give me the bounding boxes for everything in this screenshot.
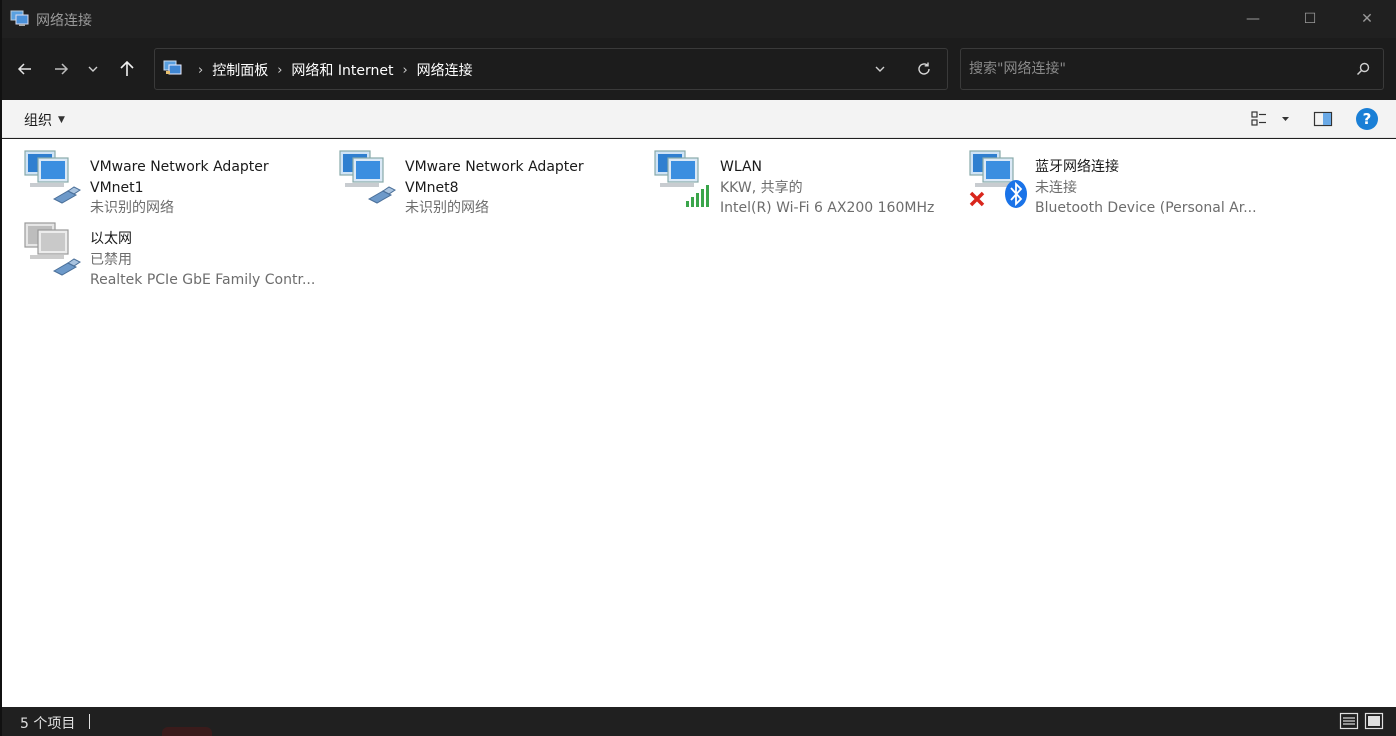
connection-name: WLAN xyxy=(720,159,763,175)
recent-locations-button[interactable] xyxy=(80,56,106,82)
connection-text: WLAN KKW, 共享的 Intel(R) Wi-Fi 6 AX200 160… xyxy=(720,157,934,219)
maximize-icon: ☐ xyxy=(1303,11,1317,27)
connection-name: VMware Network Adapter xyxy=(90,159,269,175)
connection-text: VMware Network Adapter VMnet1 未识别的网络 xyxy=(90,157,269,219)
connection-item-ethernet[interactable]: 以太网 已禁用 Realtek PCIe GbE Family Contr... xyxy=(22,219,322,288)
connection-name: 以太网 xyxy=(90,231,132,247)
network-adapter-icon xyxy=(339,150,396,204)
breadcrumb-separator[interactable]: › xyxy=(402,63,407,78)
connection-device: Intel(R) Wi-Fi 6 AX200 160MHz xyxy=(720,200,935,216)
search-input[interactable] xyxy=(969,59,1339,79)
connection-device: Realtek PCIe GbE Family Contr... xyxy=(90,272,316,288)
connection-name: 蓝牙网络连接 xyxy=(1035,159,1119,175)
status-bar: 5 个项目 xyxy=(2,707,1396,736)
search-icon xyxy=(1356,62,1370,76)
breadcrumb-network-internet[interactable]: 网络和 Internet xyxy=(291,60,393,80)
breadcrumb-separator: › xyxy=(198,62,204,78)
help-button[interactable]: ? xyxy=(1356,108,1378,130)
change-view-icon[interactable] xyxy=(1250,110,1290,128)
search-box[interactable] xyxy=(960,48,1384,90)
taskbar-peek xyxy=(162,727,212,736)
organize-label: 组织 xyxy=(24,113,52,129)
connection-name-line2: VMnet8 xyxy=(405,179,459,196)
connection-text: 蓝牙网络连接 未连接 Bluetooth Device (Personal Ar… xyxy=(1035,157,1257,219)
refresh-icon[interactable] xyxy=(915,60,933,78)
connection-device: Bluetooth Device (Personal Ar... xyxy=(1035,200,1257,216)
address-dropdown-icon[interactable] xyxy=(871,61,889,77)
arrow-right-icon xyxy=(55,63,69,75)
back-button[interactable] xyxy=(12,56,38,82)
connection-status: 未识别的网络 xyxy=(405,200,489,216)
breadcrumb-separator[interactable]: › xyxy=(277,63,282,78)
connection-item-vmnet8[interactable]: VMware Network Adapter VMnet8 未识别的网络 xyxy=(337,147,637,216)
navigation-bar: › 控制面板 › 网络和 Internet › 网络连接 xyxy=(2,38,1396,100)
ethernet-adapter-disabled-icon xyxy=(24,222,81,276)
close-button[interactable]: ✕ xyxy=(1344,4,1390,34)
connection-name-line2: VMnet1 xyxy=(90,179,144,196)
connection-text: 以太网 已禁用 Realtek PCIe GbE Family Contr... xyxy=(90,229,315,291)
network-adapter-icon xyxy=(24,150,81,204)
connection-status: 未连接 xyxy=(1035,179,1077,196)
file-explorer-window: 网络连接 — ☐ ✕ › 控制面板 › 网络和 Internet › 网络连接 … xyxy=(2,0,1396,736)
connection-item-wlan[interactable]: WLAN KKW, 共享的 Intel(R) Wi-Fi 6 AX200 160… xyxy=(652,147,952,216)
organize-menu-button[interactable]: 组织 ▼ xyxy=(24,110,65,130)
breadcrumb-network-connections[interactable]: 网络连接 xyxy=(417,60,473,80)
command-bar: 组织 ▼ ? xyxy=(2,100,1396,138)
arrow-left-icon xyxy=(17,63,31,75)
chevron-down-icon xyxy=(88,66,98,72)
connection-item-bluetooth[interactable]: 蓝牙网络连接 未连接 Bluetooth Device (Personal Ar… xyxy=(967,147,1267,216)
title-bar[interactable]: 网络连接 — ☐ ✕ xyxy=(2,0,1396,38)
connection-status: 未识别的网络 xyxy=(90,200,174,216)
up-button[interactable] xyxy=(114,56,140,82)
details-view-icon[interactable] xyxy=(1339,712,1359,730)
connection-text: VMware Network Adapter VMnet8 未识别的网络 xyxy=(405,157,584,219)
status-divider xyxy=(89,714,90,729)
breadcrumb-control-panel[interactable]: 控制面板 xyxy=(212,60,268,80)
breadcrumb: › 控制面板 › 网络和 Internet › 网络连接 xyxy=(189,60,473,80)
minimize-icon: — xyxy=(1246,11,1260,27)
arrow-up-icon xyxy=(120,60,134,76)
item-count: 5 个项目 xyxy=(20,716,76,732)
bluetooth-adapter-icon xyxy=(969,150,1027,208)
wifi-adapter-icon xyxy=(654,150,709,207)
connections-view: VMware Network Adapter VMnet1 未识别的网络 VMw… xyxy=(2,139,1396,707)
caret-down-icon: ▼ xyxy=(58,115,65,125)
address-bar[interactable]: › 控制面板 › 网络和 Internet › 网络连接 xyxy=(154,48,948,90)
connection-item-vmnet1[interactable]: VMware Network Adapter VMnet1 未识别的网络 xyxy=(22,147,322,216)
network-connections-icon xyxy=(163,60,182,75)
connection-name: VMware Network Adapter xyxy=(405,159,584,175)
minimize-button[interactable]: — xyxy=(1230,4,1276,34)
forward-button[interactable] xyxy=(48,56,74,82)
close-icon: ✕ xyxy=(1361,11,1373,27)
help-icon: ? xyxy=(1362,110,1372,128)
window-title: 网络连接 xyxy=(36,13,92,29)
connection-status: KKW, 共享的 xyxy=(720,179,803,196)
preview-pane-icon[interactable] xyxy=(1313,110,1333,128)
maximize-button[interactable]: ☐ xyxy=(1287,4,1333,34)
connection-status: 已禁用 xyxy=(90,251,132,268)
large-icons-view-icon[interactable] xyxy=(1364,712,1384,730)
network-connections-app-icon xyxy=(10,10,29,26)
